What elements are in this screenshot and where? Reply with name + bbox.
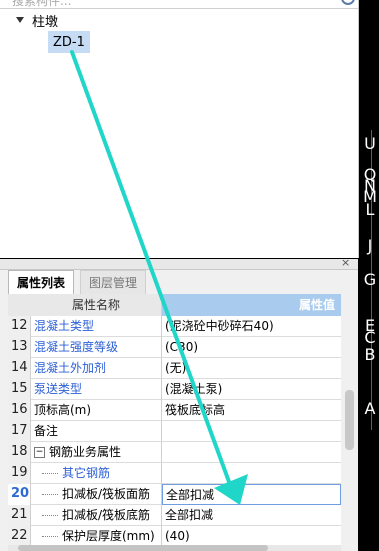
annotation-arrow-icon [70, 50, 248, 505]
